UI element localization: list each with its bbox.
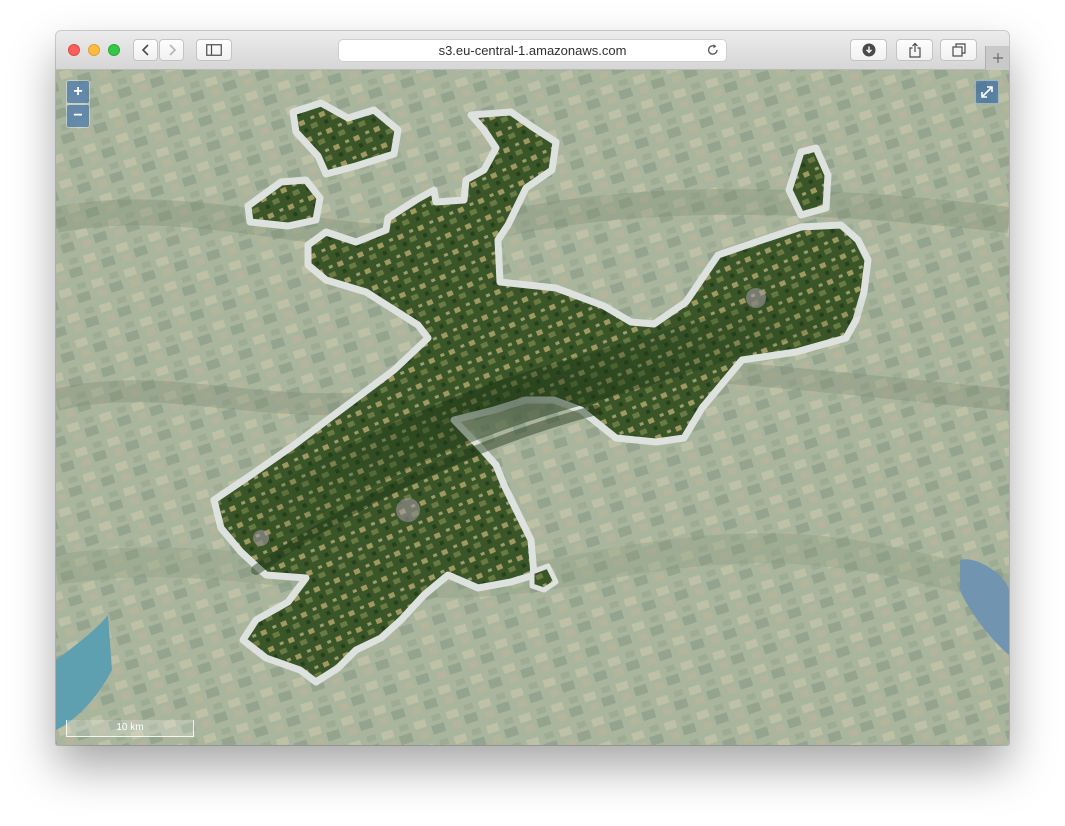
forward-button[interactable]	[159, 39, 184, 61]
new-tab-button[interactable]	[985, 46, 1009, 70]
close-window-button[interactable]	[68, 44, 80, 56]
downloads-button[interactable]	[850, 39, 887, 61]
sidebar-icon	[206, 44, 222, 56]
tabs-icon	[951, 43, 966, 57]
back-icon	[141, 44, 149, 56]
scale-bar: 10 km	[66, 720, 194, 737]
reload-icon[interactable]	[706, 43, 720, 57]
fullscreen-button[interactable]	[975, 80, 999, 104]
sidebar-toggle-button[interactable]	[196, 39, 232, 61]
share-icon	[908, 42, 921, 58]
share-button[interactable]	[896, 39, 933, 61]
browser-window: s3.eu-central-1.amazonaws.com + − 10 km	[56, 31, 1009, 745]
title-bar: s3.eu-central-1.amazonaws.com	[56, 31, 1009, 70]
show-tabs-button[interactable]	[940, 39, 977, 61]
download-icon	[862, 43, 875, 57]
minimize-window-button[interactable]	[88, 44, 100, 56]
url-text: s3.eu-central-1.amazonaws.com	[438, 43, 627, 58]
expand-icon	[981, 86, 993, 98]
zoom-in-button[interactable]: +	[67, 81, 89, 103]
map-view[interactable]: + − 10 km	[56, 70, 1009, 745]
satellite-map	[56, 70, 1009, 745]
zoom-control: + −	[66, 80, 90, 128]
zoom-out-button[interactable]: −	[67, 105, 89, 127]
address-bar[interactable]: s3.eu-central-1.amazonaws.com	[338, 39, 727, 62]
forward-icon	[168, 44, 176, 56]
back-button[interactable]	[133, 39, 158, 61]
zoom-window-button[interactable]	[108, 44, 120, 56]
plus-icon	[992, 53, 1003, 63]
